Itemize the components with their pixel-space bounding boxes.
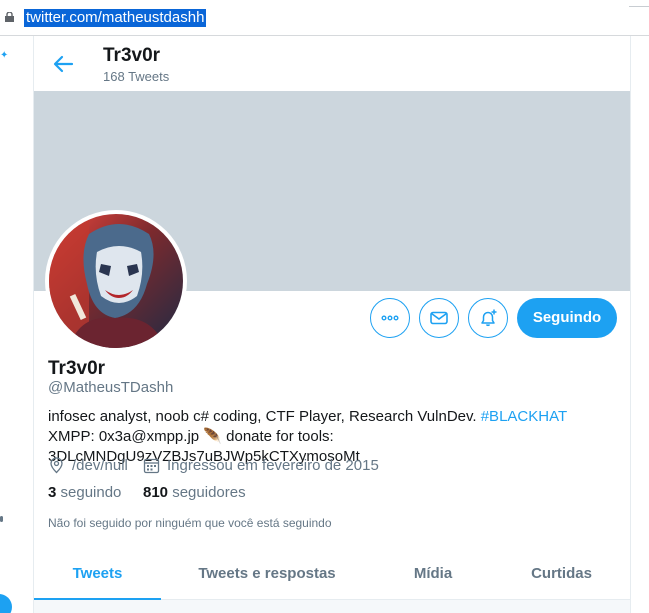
following-label: seguindo xyxy=(60,484,122,501)
tab-tweets[interactable]: Tweets xyxy=(34,553,161,600)
sparkle-icon: ✦ xyxy=(0,50,9,61)
header-name: Tr3v0r xyxy=(103,45,161,66)
more-dots-icon xyxy=(381,315,399,321)
message-button[interactable] xyxy=(419,298,459,338)
location-pin-icon xyxy=(50,457,63,474)
bio-hashtag-link[interactable]: #BLACKHAT xyxy=(481,408,567,425)
profile-tabs: Tweets Tweets e respostas Mídia Curtidas xyxy=(34,553,630,600)
followers-stat[interactable]: 810 seguidores xyxy=(143,484,246,501)
avatar[interactable] xyxy=(45,210,187,352)
profile-header: Tr3v0r 168 Tweets xyxy=(34,36,630,91)
tweet-count: 168 Tweets xyxy=(103,69,170,84)
browser-address-bar: twitter.com/matheustdashh xyxy=(0,0,649,36)
more-options-button[interactable] xyxy=(370,298,410,338)
divider xyxy=(629,6,649,7)
followers-label: seguidores xyxy=(172,484,246,501)
envelope-icon xyxy=(430,311,448,325)
tab-media[interactable]: Mídia xyxy=(373,553,493,600)
following-stat[interactable]: 3 seguindo xyxy=(48,484,121,501)
followed-by-note: Não foi seguido por ninguém que você est… xyxy=(48,516,332,530)
bio-text: infosec analyst, noob c# coding, CTF Pla… xyxy=(48,408,481,425)
location-text: /dev/null xyxy=(72,457,128,474)
tab-tweets-and-replies[interactable]: Tweets e respostas xyxy=(161,553,373,600)
tab-likes[interactable]: Curtidas xyxy=(493,553,630,600)
notifications-button[interactable] xyxy=(468,298,508,338)
following-button[interactable]: Seguindo xyxy=(517,298,617,338)
back-arrow-icon[interactable] xyxy=(52,53,74,75)
followers-count: 810 xyxy=(143,484,169,501)
profile-name: Tr3v0r xyxy=(48,358,106,379)
profile-column: Tr3v0r 168 Tweets Seguindo Tr3v0r @Mathe… xyxy=(33,36,631,613)
avatar-image xyxy=(49,214,183,348)
following-count: 3 xyxy=(48,484,57,501)
compose-button[interactable] xyxy=(0,594,12,613)
url-field[interactable]: twitter.com/matheustdashh xyxy=(24,9,207,27)
lock-icon xyxy=(5,12,14,22)
timeline-area xyxy=(34,600,630,613)
join-date-text: Ingressou em fevereiro de 2015 xyxy=(167,457,379,474)
bell-plus-icon xyxy=(481,309,497,327)
calendar-icon xyxy=(143,458,160,474)
profile-handle: @MatheusTDashh xyxy=(48,379,174,396)
more-icon xyxy=(0,516,3,522)
left-sidebar-edge: ✦ xyxy=(0,36,33,613)
